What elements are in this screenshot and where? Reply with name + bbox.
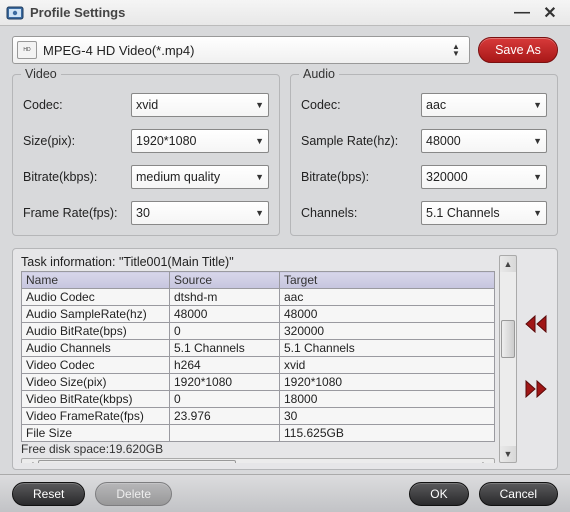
save-as-button[interactable]: Save As [478,37,558,63]
cell-name: Audio Channels [22,340,170,357]
reset-button[interactable]: Reset [12,482,85,506]
ok-button[interactable]: OK [409,482,468,506]
cell-name: File Size [22,425,170,442]
chevron-down-icon: ▼ [251,172,264,182]
task-caption: Task information: "Title001(Main Title)" [21,255,495,269]
audio-samplerate-label: Sample Rate(hz): [301,134,421,148]
cell-name: Video BitRate(kbps) [22,391,170,408]
cell-target: 320000 [280,323,495,340]
col-name[interactable]: Name [22,272,170,289]
scroll-down-icon[interactable]: ▼ [500,446,516,462]
video-bitrate-label: Bitrate(kbps): [23,170,131,184]
prev-task-button[interactable] [524,314,548,339]
cell-source [170,425,280,442]
window-title: Profile Settings [30,5,508,20]
profile-select-value: MPEG-4 HD Video(*.mp4) [43,43,447,58]
cell-source: 0 [170,391,280,408]
cell-target: 1920*1080 [280,374,495,391]
video-framerate-select[interactable]: 30▼ [131,201,269,225]
table-row[interactable]: Audio SampleRate(hz)4800048000 [22,306,495,323]
scroll-left-icon[interactable]: ◀ [22,460,38,463]
cell-target: 30 [280,408,495,425]
table-row[interactable]: File Size 115.625GB [22,425,495,442]
profile-select[interactable]: HD MPEG-4 HD Video(*.mp4) ▲▼ [12,36,470,64]
chevron-down-icon: ▼ [251,208,264,218]
cell-source: 23.976 [170,408,280,425]
cell-source: 48000 [170,306,280,323]
updown-icon: ▲▼ [447,43,465,57]
chevron-down-icon: ▼ [529,208,542,218]
cell-name: Video Size(pix) [22,374,170,391]
video-codec-label: Codec: [23,98,131,112]
cell-target: 48000 [280,306,495,323]
table-row[interactable]: Audio Codecdtshd-maac [22,289,495,306]
audio-channels-select[interactable]: 5.1 Channels▼ [421,201,547,225]
video-size-select[interactable]: 1920*1080▼ [131,129,269,153]
minimize-button[interactable]: — [508,4,536,22]
table-row[interactable]: Video Size(pix)1920*10801920*1080 [22,374,495,391]
cell-source: dtshd-m [170,289,280,306]
audio-codec-select[interactable]: aac▼ [421,93,547,117]
free-disk-label: Free disk space:19.620GB [21,442,495,456]
audio-bitrate-select[interactable]: 320000▼ [421,165,547,189]
audio-codec-label: Codec: [301,98,421,112]
table-row[interactable]: Audio BitRate(bps)0320000 [22,323,495,340]
scroll-thumb-v[interactable] [501,320,515,358]
video-bitrate-select[interactable]: medium quality▼ [131,165,269,189]
cell-name: Video Codec [22,357,170,374]
video-size-label: Size(pix): [23,134,131,148]
video-panel: Video Codec: xvid▼ Size(pix): 1920*1080▼… [12,74,280,236]
cell-name: Audio SampleRate(hz) [22,306,170,323]
cell-source: 1920*1080 [170,374,280,391]
cell-source: 5.1 Channels [170,340,280,357]
audio-panel: Audio Codec: aac▼ Sample Rate(hz): 48000… [290,74,558,236]
video-framerate-label: Frame Rate(fps): [23,206,131,220]
close-button[interactable]: ✕ [536,3,564,23]
video-codec-select[interactable]: xvid▼ [131,93,269,117]
scroll-up-icon[interactable]: ▲ [500,256,516,272]
cell-source: h264 [170,357,280,374]
col-target[interactable]: Target [280,272,495,289]
cell-name: Video FrameRate(fps) [22,408,170,425]
table-row[interactable]: Audio Channels5.1 Channels5.1 Channels [22,340,495,357]
scroll-thumb-h[interactable] [38,460,236,463]
video-legend: Video [21,67,61,81]
cell-target: 115.625GB [280,425,495,442]
cell-target: 18000 [280,391,495,408]
audio-legend: Audio [299,67,339,81]
audio-channels-label: Channels: [301,206,421,220]
cell-name: Audio Codec [22,289,170,306]
cell-source: 0 [170,323,280,340]
audio-bitrate-label: Bitrate(bps): [301,170,421,184]
chevron-down-icon: ▼ [251,100,264,110]
vertical-scrollbar[interactable]: ▲ ▼ [499,255,517,463]
col-source[interactable]: Source [170,272,280,289]
table-row[interactable]: Video FrameRate(fps)23.97630 [22,408,495,425]
table-row[interactable]: Video Codech264xvid [22,357,495,374]
delete-button: Delete [95,482,172,506]
app-icon [6,4,24,22]
bottom-bar: Reset Delete OK Cancel [0,474,570,512]
chevron-down-icon: ▼ [529,172,542,182]
title-bar: Profile Settings — ✕ [0,0,570,26]
cell-target: 5.1 Channels [280,340,495,357]
task-info-panel: Task information: "Title001(Main Title)"… [12,248,558,470]
video-file-icon: HD [17,41,37,59]
table-row[interactable]: Video BitRate(kbps)018000 [22,391,495,408]
task-table: Name Source Target Audio Codecdtshd-maac… [21,271,495,442]
audio-samplerate-select[interactable]: 48000▼ [421,129,547,153]
chevron-down-icon: ▼ [529,100,542,110]
chevron-down-icon: ▼ [529,136,542,146]
cell-target: aac [280,289,495,306]
scroll-right-icon[interactable]: ▶ [478,460,494,463]
horizontal-scrollbar[interactable]: ◀ ▶ [21,458,495,463]
cell-target: xvid [280,357,495,374]
next-task-button[interactable] [524,379,548,404]
cancel-button[interactable]: Cancel [479,482,558,506]
chevron-down-icon: ▼ [251,136,264,146]
cell-name: Audio BitRate(bps) [22,323,170,340]
